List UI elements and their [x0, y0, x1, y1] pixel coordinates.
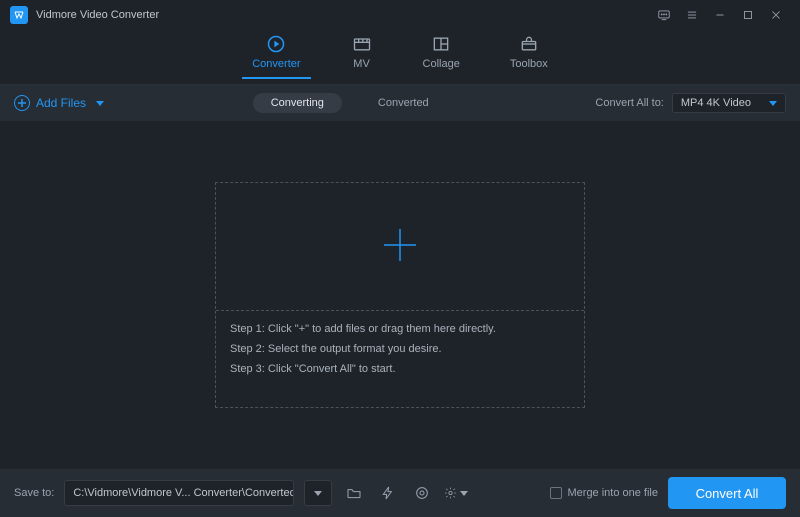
tab-toolbox[interactable]: Toolbox — [504, 34, 554, 78]
subtab-converting[interactable]: Converting — [253, 93, 342, 113]
mv-icon — [351, 34, 373, 54]
collage-icon — [430, 34, 452, 54]
plus-circle-icon — [14, 95, 30, 111]
high-speed-button[interactable] — [410, 481, 434, 505]
close-icon[interactable] — [762, 3, 790, 27]
dropzone-plus-area[interactable] — [216, 183, 584, 311]
checkbox-icon — [550, 487, 562, 499]
chevron-down-icon — [769, 101, 777, 106]
format-select[interactable]: MP4 4K Video — [672, 93, 786, 113]
toolbox-icon — [518, 34, 540, 54]
tab-label: MV — [353, 58, 370, 70]
dropzone[interactable]: Step 1: Click "+" to add files or drag t… — [215, 182, 585, 408]
save-path-dropdown[interactable] — [304, 480, 332, 506]
main-area: Step 1: Click "+" to add files or drag t… — [0, 121, 800, 469]
tab-label: Toolbox — [510, 58, 548, 70]
chevron-down-icon — [96, 101, 104, 106]
convert-all-button[interactable]: Convert All — [668, 477, 786, 509]
settings-button[interactable] — [444, 481, 468, 505]
format-selected-value: MP4 4K Video — [681, 97, 751, 109]
feedback-icon[interactable] — [650, 3, 678, 27]
open-folder-button[interactable] — [342, 481, 366, 505]
save-to-label: Save to: — [14, 487, 54, 499]
convert-all-to-label: Convert All to: — [595, 97, 663, 109]
menu-icon[interactable] — [678, 3, 706, 27]
minimize-icon[interactable] — [706, 3, 734, 27]
tab-collage[interactable]: Collage — [417, 34, 466, 78]
main-tabs: Converter MV Collage Toolbox — [0, 30, 800, 85]
save-path-input[interactable]: C:\Vidmore\Vidmore V... Converter\Conver… — [64, 480, 294, 506]
chevron-down-icon — [460, 491, 468, 496]
tab-converter[interactable]: Converter — [246, 34, 306, 78]
add-files-label: Add Files — [36, 96, 86, 110]
maximize-icon[interactable] — [734, 3, 762, 27]
step-text: Step 1: Click "+" to add files or drag t… — [230, 323, 570, 335]
tab-label: Converter — [252, 58, 300, 70]
chevron-down-icon — [314, 491, 322, 496]
subtab-converted[interactable]: Converted — [360, 93, 447, 113]
hardware-accel-button[interactable] — [376, 481, 400, 505]
dropzone-steps: Step 1: Click "+" to add files or drag t… — [216, 311, 584, 407]
bottombar: Save to: C:\Vidmore\Vidmore V... Convert… — [0, 469, 800, 517]
step-text: Step 3: Click "Convert All" to start. — [230, 363, 570, 375]
merge-checkbox[interactable]: Merge into one file — [550, 487, 659, 499]
app-logo — [10, 6, 28, 24]
tab-mv[interactable]: MV — [345, 34, 379, 78]
toolbar: Add Files Converting Converted Convert A… — [0, 85, 800, 121]
app-title: Vidmore Video Converter — [36, 9, 159, 21]
titlebar: Vidmore Video Converter — [0, 0, 800, 30]
plus-icon — [382, 227, 418, 266]
add-files-button[interactable]: Add Files — [14, 95, 104, 111]
converter-icon — [265, 34, 287, 54]
step-text: Step 2: Select the output format you des… — [230, 343, 570, 355]
tab-label: Collage — [423, 58, 460, 70]
merge-label: Merge into one file — [568, 487, 659, 499]
